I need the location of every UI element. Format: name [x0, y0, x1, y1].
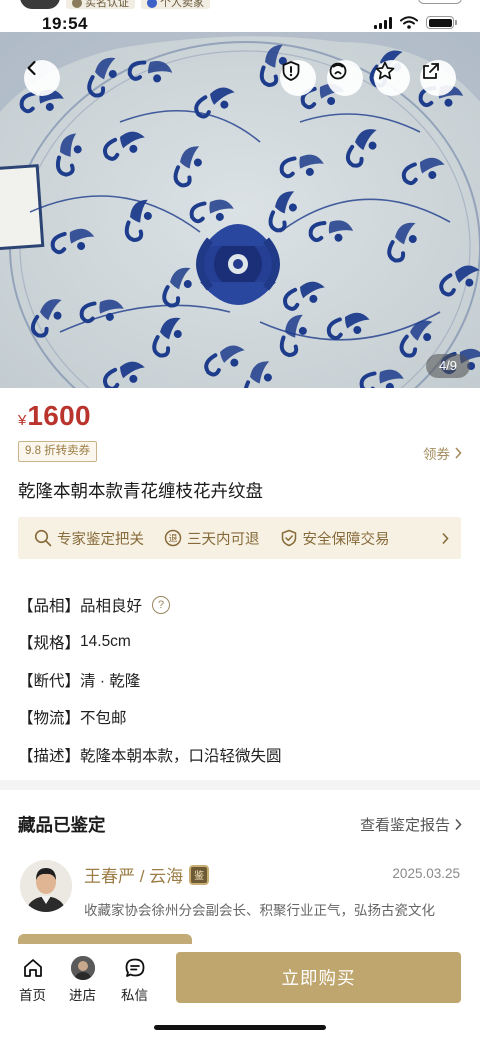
favorite-button[interactable] [374, 60, 410, 96]
product-image-gallery[interactable]: 4/9 [0, 32, 480, 388]
image-counter: 4/9 [426, 354, 470, 378]
status-icons [374, 16, 457, 29]
wifi-icon [400, 16, 418, 29]
chevron-right-icon [455, 818, 462, 831]
price: ¥ 1600 [18, 400, 91, 432]
home-indicator [154, 1025, 326, 1030]
seller-avatar [20, 0, 60, 9]
report-button[interactable] [280, 60, 316, 96]
expert-badge-icon: 鉴 [189, 864, 210, 885]
guarantee-three-day-return: 退 三天内可退 [164, 528, 260, 549]
gold-tab-strip [18, 934, 192, 944]
store-avatar-icon [70, 956, 95, 980]
shield-check-icon [281, 529, 296, 547]
appraisal-date: 2025.03.25 [392, 866, 460, 881]
verified-icon [72, 0, 82, 8]
status-bar: 实名认证 个人卖家 19:54 [0, 0, 480, 33]
currency-symbol: ¥ [18, 412, 27, 429]
attribute-list: 【品相】 品相良好 ? 【规格】 14.5cm 【断代】 清 · 乾隆 【物流】… [18, 586, 282, 774]
person-icon [147, 0, 157, 8]
attribute-condition: 【品相】 品相良好 ? [18, 586, 282, 624]
report-icon [282, 61, 300, 81]
attribute-shipping: 【物流】 不包邮 [18, 710, 127, 728]
share-circle-icon [329, 62, 347, 80]
favorite-star-icon [375, 61, 395, 80]
expert-avatar[interactable] [20, 860, 72, 912]
follow-button-edge[interactable] [418, 0, 462, 4]
share-out-icon [423, 63, 439, 79]
home-icon [21, 956, 45, 980]
chevron-right-icon [455, 447, 462, 459]
product-title: 乾隆本朝本款青花缠枝花卉纹盘 [18, 481, 263, 501]
guarantee-expert-appraisal: 专家鉴定把关 [34, 528, 144, 549]
back-icon [27, 60, 36, 76]
view-report-link[interactable]: 查看鉴定报告 [360, 814, 462, 835]
get-coupon-link[interactable]: 领券 [423, 443, 462, 463]
status-time: 19:54 [42, 14, 88, 33]
guarantee-secure-trade: 安全保障交易 [280, 528, 390, 549]
nav-home[interactable]: 首页 [19, 956, 46, 1004]
attribute-size: 【规格】 14.5cm [18, 633, 131, 653]
individual-seller-badge: 个人卖家 [141, 0, 210, 9]
seller-strip: 实名认证 个人卖家 [20, 0, 210, 10]
buy-now-button[interactable]: 立即购买 [176, 952, 461, 1003]
share-button[interactable] [420, 60, 456, 96]
battery-icon [426, 16, 457, 29]
attribute-description: 【描述】 乾隆本朝本款，口沿轻微失圆 [18, 747, 282, 765]
chevron-right-icon [442, 532, 449, 544]
nav-message[interactable]: 私信 [121, 956, 148, 1004]
search-icon [34, 529, 52, 547]
return-icon: 退 [164, 529, 182, 547]
cellular-signal-icon [374, 16, 392, 29]
svg-text:退: 退 [168, 534, 177, 545]
expert-description: 收藏家协会徐州分会副会长、积聚行业正气，弘扬古瓷文化 [84, 903, 435, 918]
price-value: 1600 [27, 400, 91, 431]
expert-portrait [20, 860, 72, 912]
discount-tag: 9.8 折转卖券 [18, 441, 98, 462]
back-button[interactable] [24, 60, 60, 96]
community-button[interactable] [327, 60, 363, 96]
expert-name[interactable]: 王春严 / 云海 鉴 [84, 862, 210, 887]
help-icon[interactable]: ? [152, 595, 171, 614]
nav-store[interactable]: 进店 [69, 956, 96, 1004]
chat-icon [123, 956, 147, 980]
bottom-action-bar: 首页 进店 私信 立即购买 [0, 944, 480, 1039]
attribute-dating: 【断代】 清 · 乾隆 [18, 672, 141, 690]
guarantee-bar[interactable]: 专家鉴定把关 退 三天内可退 安全保障交易 [18, 517, 461, 559]
authenticated-heading: 藏品已鉴定 [18, 815, 106, 835]
verified-badge: 实名认证 [66, 0, 135, 9]
section-divider [0, 780, 480, 790]
